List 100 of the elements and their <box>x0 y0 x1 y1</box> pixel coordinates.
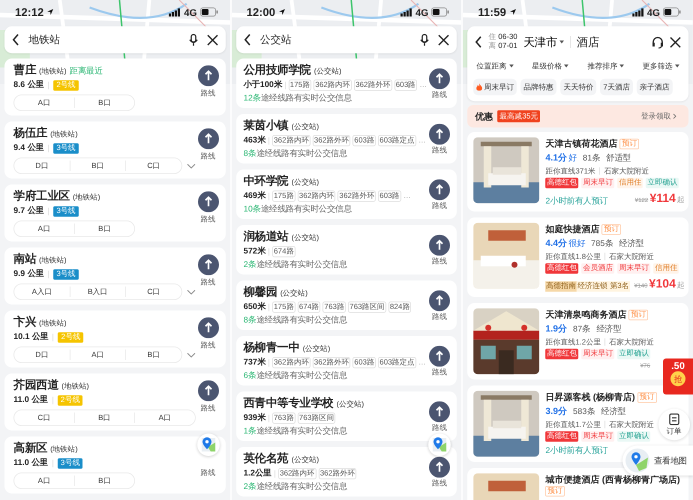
view-map-button[interactable]: 查看地图 <box>622 446 693 476</box>
distance: 10.1 公里 <box>14 332 48 343</box>
hotel-name: 天津古镇荷花酒店 <box>546 137 618 150</box>
route-icon <box>429 290 450 311</box>
expand-icon[interactable] <box>186 163 196 168</box>
stop-name: 润杨道站 <box>244 230 288 244</box>
route-icon <box>429 400 450 422</box>
location-icon <box>509 8 517 16</box>
back-icon[interactable] <box>12 34 20 46</box>
route-icon <box>429 68 450 89</box>
realtime-info: 10条途经线路有实时公交信息 <box>244 204 353 214</box>
route-icon <box>429 456 450 478</box>
map-pin-icon <box>430 435 450 454</box>
realtime-info: 8条途经线路有实时公交信息 <box>244 315 348 326</box>
distance: 小于100米 <box>244 80 282 91</box>
hotel-class: 经济型 <box>619 238 644 249</box>
hotel-score: 4.4分 很好 <box>546 237 585 250</box>
distance: 463米 <box>244 135 266 146</box>
realtime-info: 6条途经线路有实时公交信息 <box>244 370 348 381</box>
location-icon <box>278 8 286 16</box>
headset-icon[interactable] <box>652 36 664 48</box>
review-count: 81条 <box>582 152 600 164</box>
recent-booking: 2小时前有人预订 <box>546 445 608 456</box>
grab-label: 抢 <box>670 371 686 386</box>
distance: 9.9 公里 <box>14 268 44 280</box>
distance: 1.2公里 <box>244 468 272 480</box>
distance: 11.0 公里 <box>14 394 48 406</box>
close-icon[interactable] <box>670 36 681 48</box>
battery-icon <box>432 8 450 16</box>
caret-icon <box>620 64 624 68</box>
map-pin-icon <box>626 448 650 472</box>
back-icon[interactable] <box>475 36 482 48</box>
status-time: 12:12 <box>15 6 44 18</box>
city-selector[interactable]: 天津市 <box>523 34 564 50</box>
bonus-amount: .50 <box>671 360 685 372</box>
hotel-name: 城市便捷酒店 (西青杨柳青广场店) <box>546 473 680 486</box>
distance: 469米 <box>244 190 266 202</box>
expand-icon[interactable] <box>186 352 196 358</box>
station-name: 南站 <box>14 252 36 266</box>
location-icon <box>46 8 54 16</box>
stop-name: 英伦名苑 <box>244 452 288 466</box>
network-label: 4G <box>184 6 197 18</box>
hotel-name: 天津清泉鸣商务酒店 <box>546 308 626 321</box>
caret-icon <box>559 40 564 44</box>
search-text[interactable]: 地铁站 <box>28 33 180 46</box>
microphone-icon[interactable] <box>188 33 198 46</box>
station-name: 高新区 <box>14 442 48 456</box>
hotel-price: ¥114 <box>650 191 676 206</box>
search-bar[interactable]: 公交站 <box>236 26 457 54</box>
station-name: 卞兴 <box>14 316 36 330</box>
route-icon <box>429 178 450 200</box>
bonus-packet-button[interactable]: .50 抢 <box>663 358 693 394</box>
battery-icon <box>200 8 218 16</box>
distance: 9.7 公里 <box>14 206 44 217</box>
close-icon[interactable] <box>438 34 450 46</box>
realtime-info: 2条途经线路有实时公交信息 <box>244 260 348 270</box>
distance: 11.0 公里 <box>14 458 48 469</box>
station-name: 芥园西道 <box>14 378 58 392</box>
hotel-price: ¥104 <box>649 276 676 292</box>
signal-icon <box>400 8 412 16</box>
stop-name: 公用技师学院 <box>244 64 311 78</box>
recent-booking: 2小时前有人预订 <box>546 196 608 206</box>
hotel-name: 如庭快捷酒店 <box>546 222 600 236</box>
realtime-info: 8条途经线路有实时公交信息 <box>244 148 348 159</box>
document-icon <box>669 412 680 425</box>
caret-icon <box>564 64 569 68</box>
status-time: 12:00 <box>246 6 276 18</box>
signal-icon <box>632 8 644 16</box>
distance: 8.6 公里 <box>14 80 44 91</box>
caret-icon <box>509 64 514 68</box>
hotel-name: 日昇源客栈 (杨柳青店) <box>546 390 635 404</box>
search-text[interactable]: 公交站 <box>260 33 412 46</box>
hotel-class: 舒适型 <box>606 152 631 164</box>
station-name: 曹庄 <box>14 64 36 78</box>
stop-name: 杨柳青一中 <box>244 341 300 355</box>
review-count: 583条 <box>573 406 596 417</box>
hotel-score: 1.9分 <box>546 322 567 336</box>
route-icon <box>429 234 450 256</box>
promo-title: 优惠 <box>475 110 493 123</box>
expand-icon[interactable] <box>186 289 196 294</box>
stop-name: 莱茵小镇 <box>244 119 288 133</box>
network-label: 4G <box>416 6 428 18</box>
stop-name: 西青中等专业学校 <box>244 396 334 410</box>
search-bar[interactable]: 地铁站 <box>4 26 226 54</box>
microphone-icon[interactable] <box>420 33 430 46</box>
nearest-note: 距离最近 <box>70 65 102 76</box>
distance: 939米 <box>244 412 266 424</box>
battery-icon <box>663 8 681 16</box>
status-time: 11:59 <box>478 6 506 18</box>
station-name: 杨伍庄 <box>14 126 48 140</box>
route-icon <box>429 123 450 144</box>
hotel-score: 3.9分 <box>546 405 567 418</box>
review-count: 87条 <box>573 324 590 334</box>
search-text[interactable]: 酒店 <box>576 34 600 50</box>
stop-name: 中环学院 <box>244 174 288 188</box>
chevron-right-icon <box>672 113 676 120</box>
back-icon[interactable] <box>244 34 251 46</box>
distance: 737米 <box>244 357 266 368</box>
close-icon[interactable] <box>206 34 218 46</box>
hotel-class: 经济型 <box>601 406 626 417</box>
